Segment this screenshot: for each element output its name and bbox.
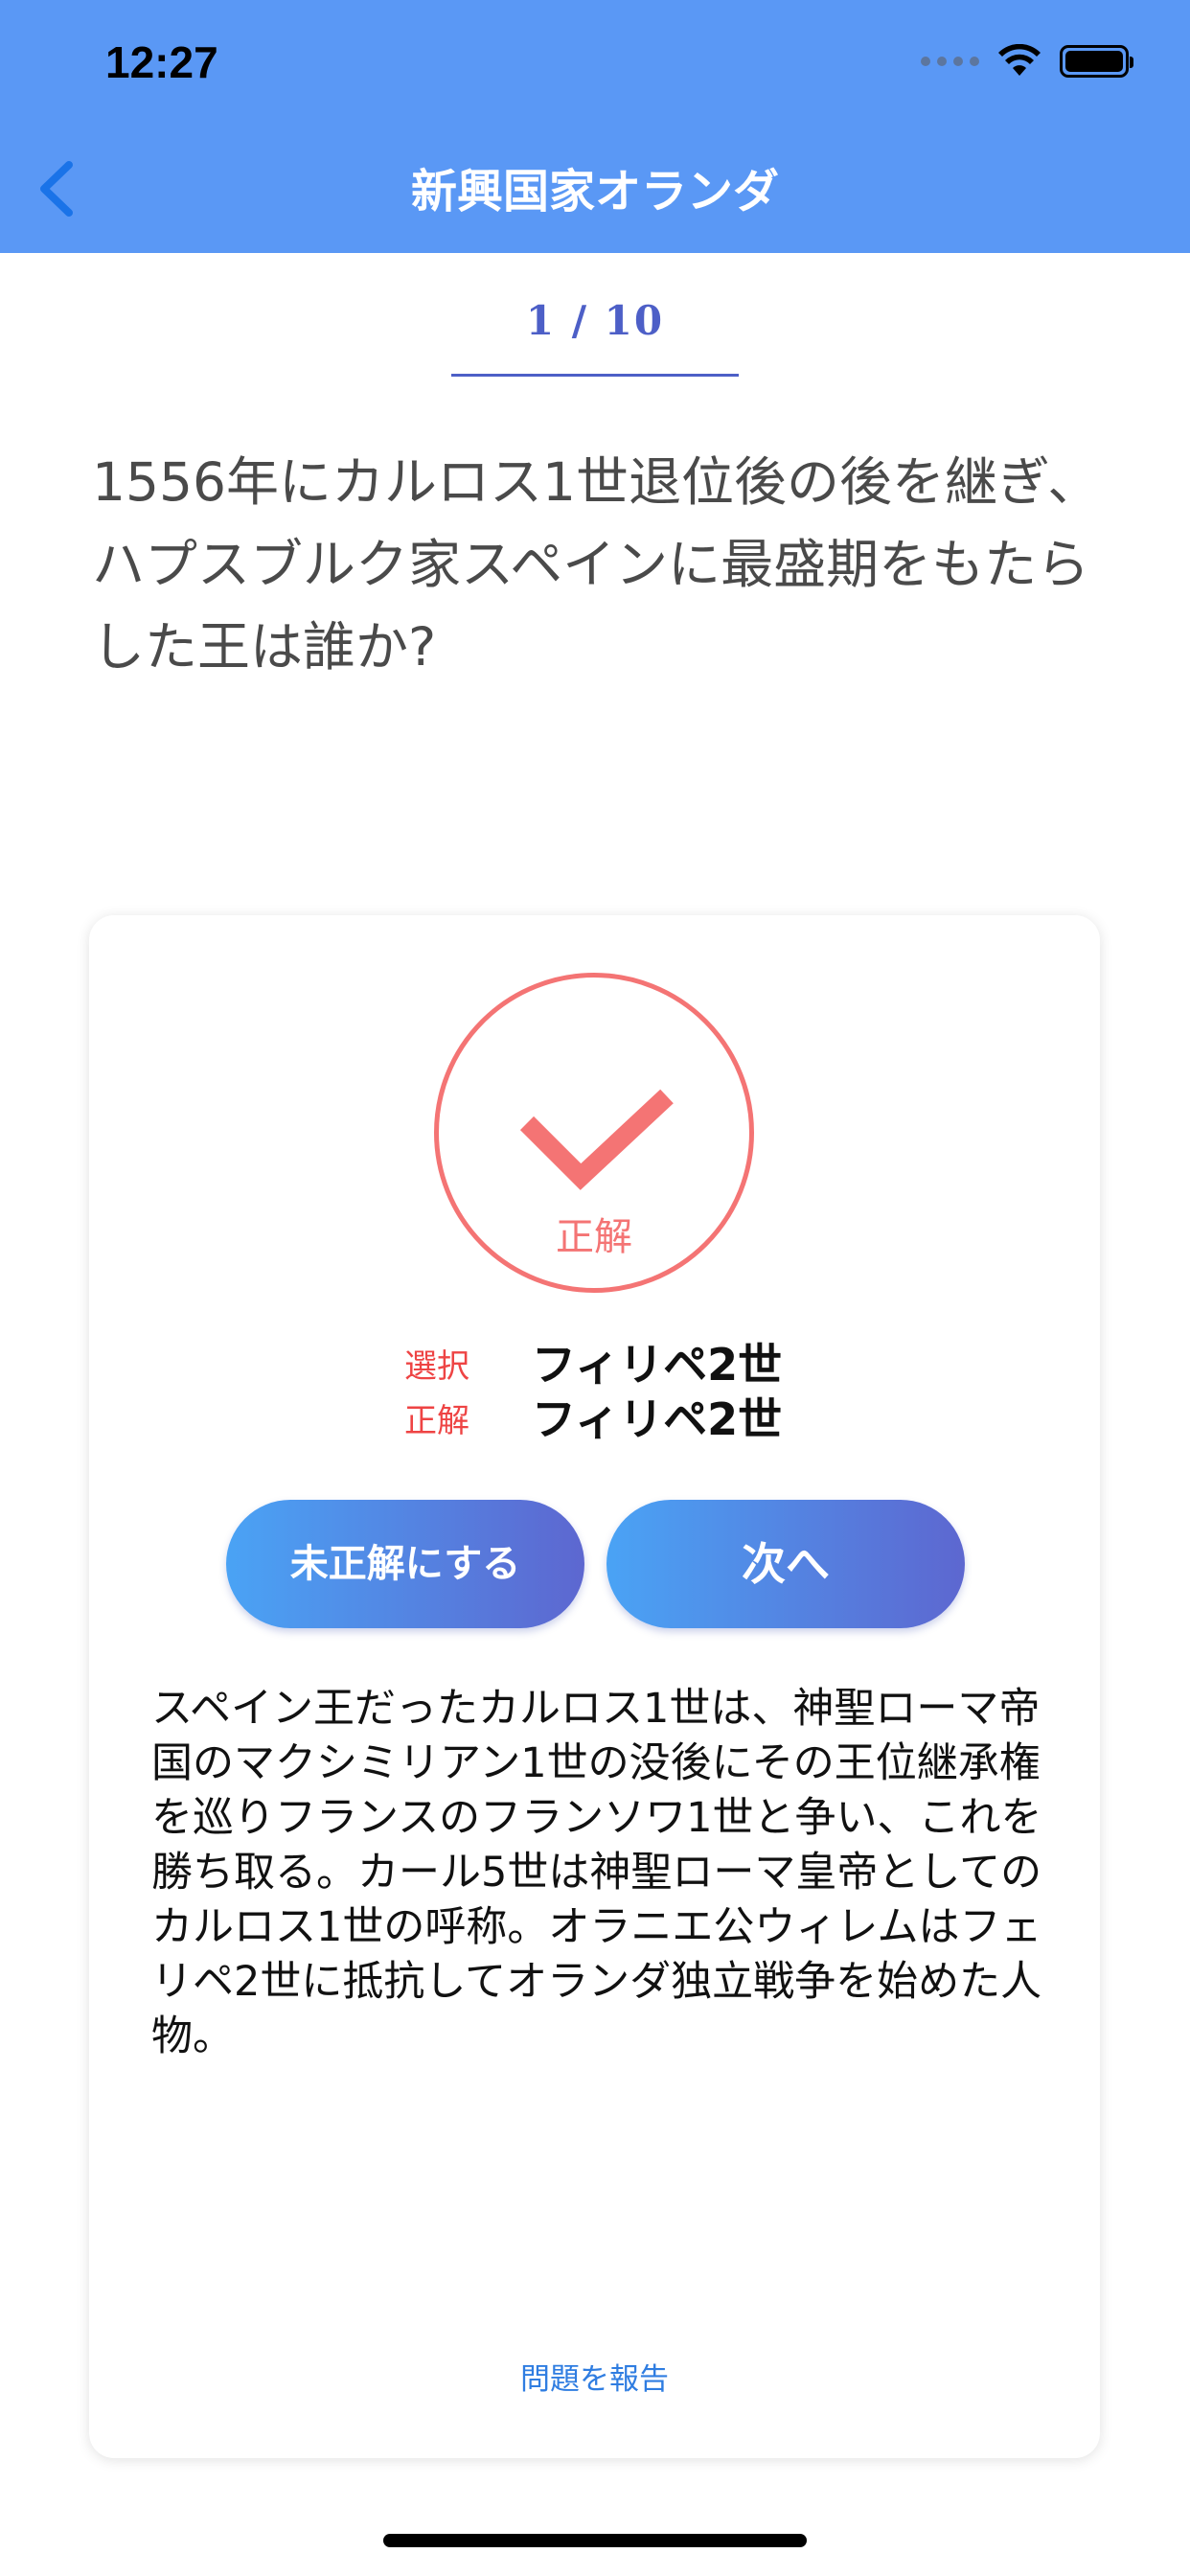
correct-badge: 正解 — [434, 973, 754, 1293]
result-status-label: 正解 — [556, 1215, 632, 1259]
check-icon — [519, 1089, 674, 1190]
header: 12:27 新興国家オランダ — [0, 0, 1190, 253]
battery-icon — [1060, 45, 1133, 78]
correct-value: フィリペ2世 — [532, 1393, 783, 1445]
correct-label: 正解 — [404, 1402, 469, 1440]
selected-label: 選択 — [404, 1347, 469, 1386]
next-button[interactable]: 次へ — [606, 1500, 965, 1628]
report-problem-link[interactable]: 問題を報告 — [89, 2355, 1100, 2398]
mark-incorrect-button[interactable]: 未正解にする — [226, 1500, 584, 1628]
result-card: 正解 選択 フィリペ2世 正解 フィリペ2世 未正解にする 次へ スペイン王だっ… — [89, 915, 1100, 2458]
question-text: 1556年にカルロス1世退位後の後を継ぎ、ハプスブルク家スペインに最盛期をもたら… — [92, 451, 1101, 678]
question-counter: 1 / 10 — [525, 297, 665, 344]
home-indicator[interactable] — [383, 2534, 807, 2547]
status-icons — [921, 44, 1133, 79]
selected-answer-row: 選択 フィリペ2世 — [89, 1330, 1100, 1391]
wifi-icon — [998, 44, 1041, 76]
page-title: 新興国家オランダ — [410, 165, 779, 218]
cellular-signal-icon — [921, 57, 979, 66]
counter-underline — [451, 374, 739, 377]
correct-answer-row: 正解 フィリペ2世 — [89, 1385, 1100, 1445]
explanation-text: スペイン王だったカルロス1世は、神聖ローマ帝国のマクシミリアン1世の没後にその王… — [151, 1685, 1042, 2060]
status-time: 12:27 — [105, 37, 218, 87]
